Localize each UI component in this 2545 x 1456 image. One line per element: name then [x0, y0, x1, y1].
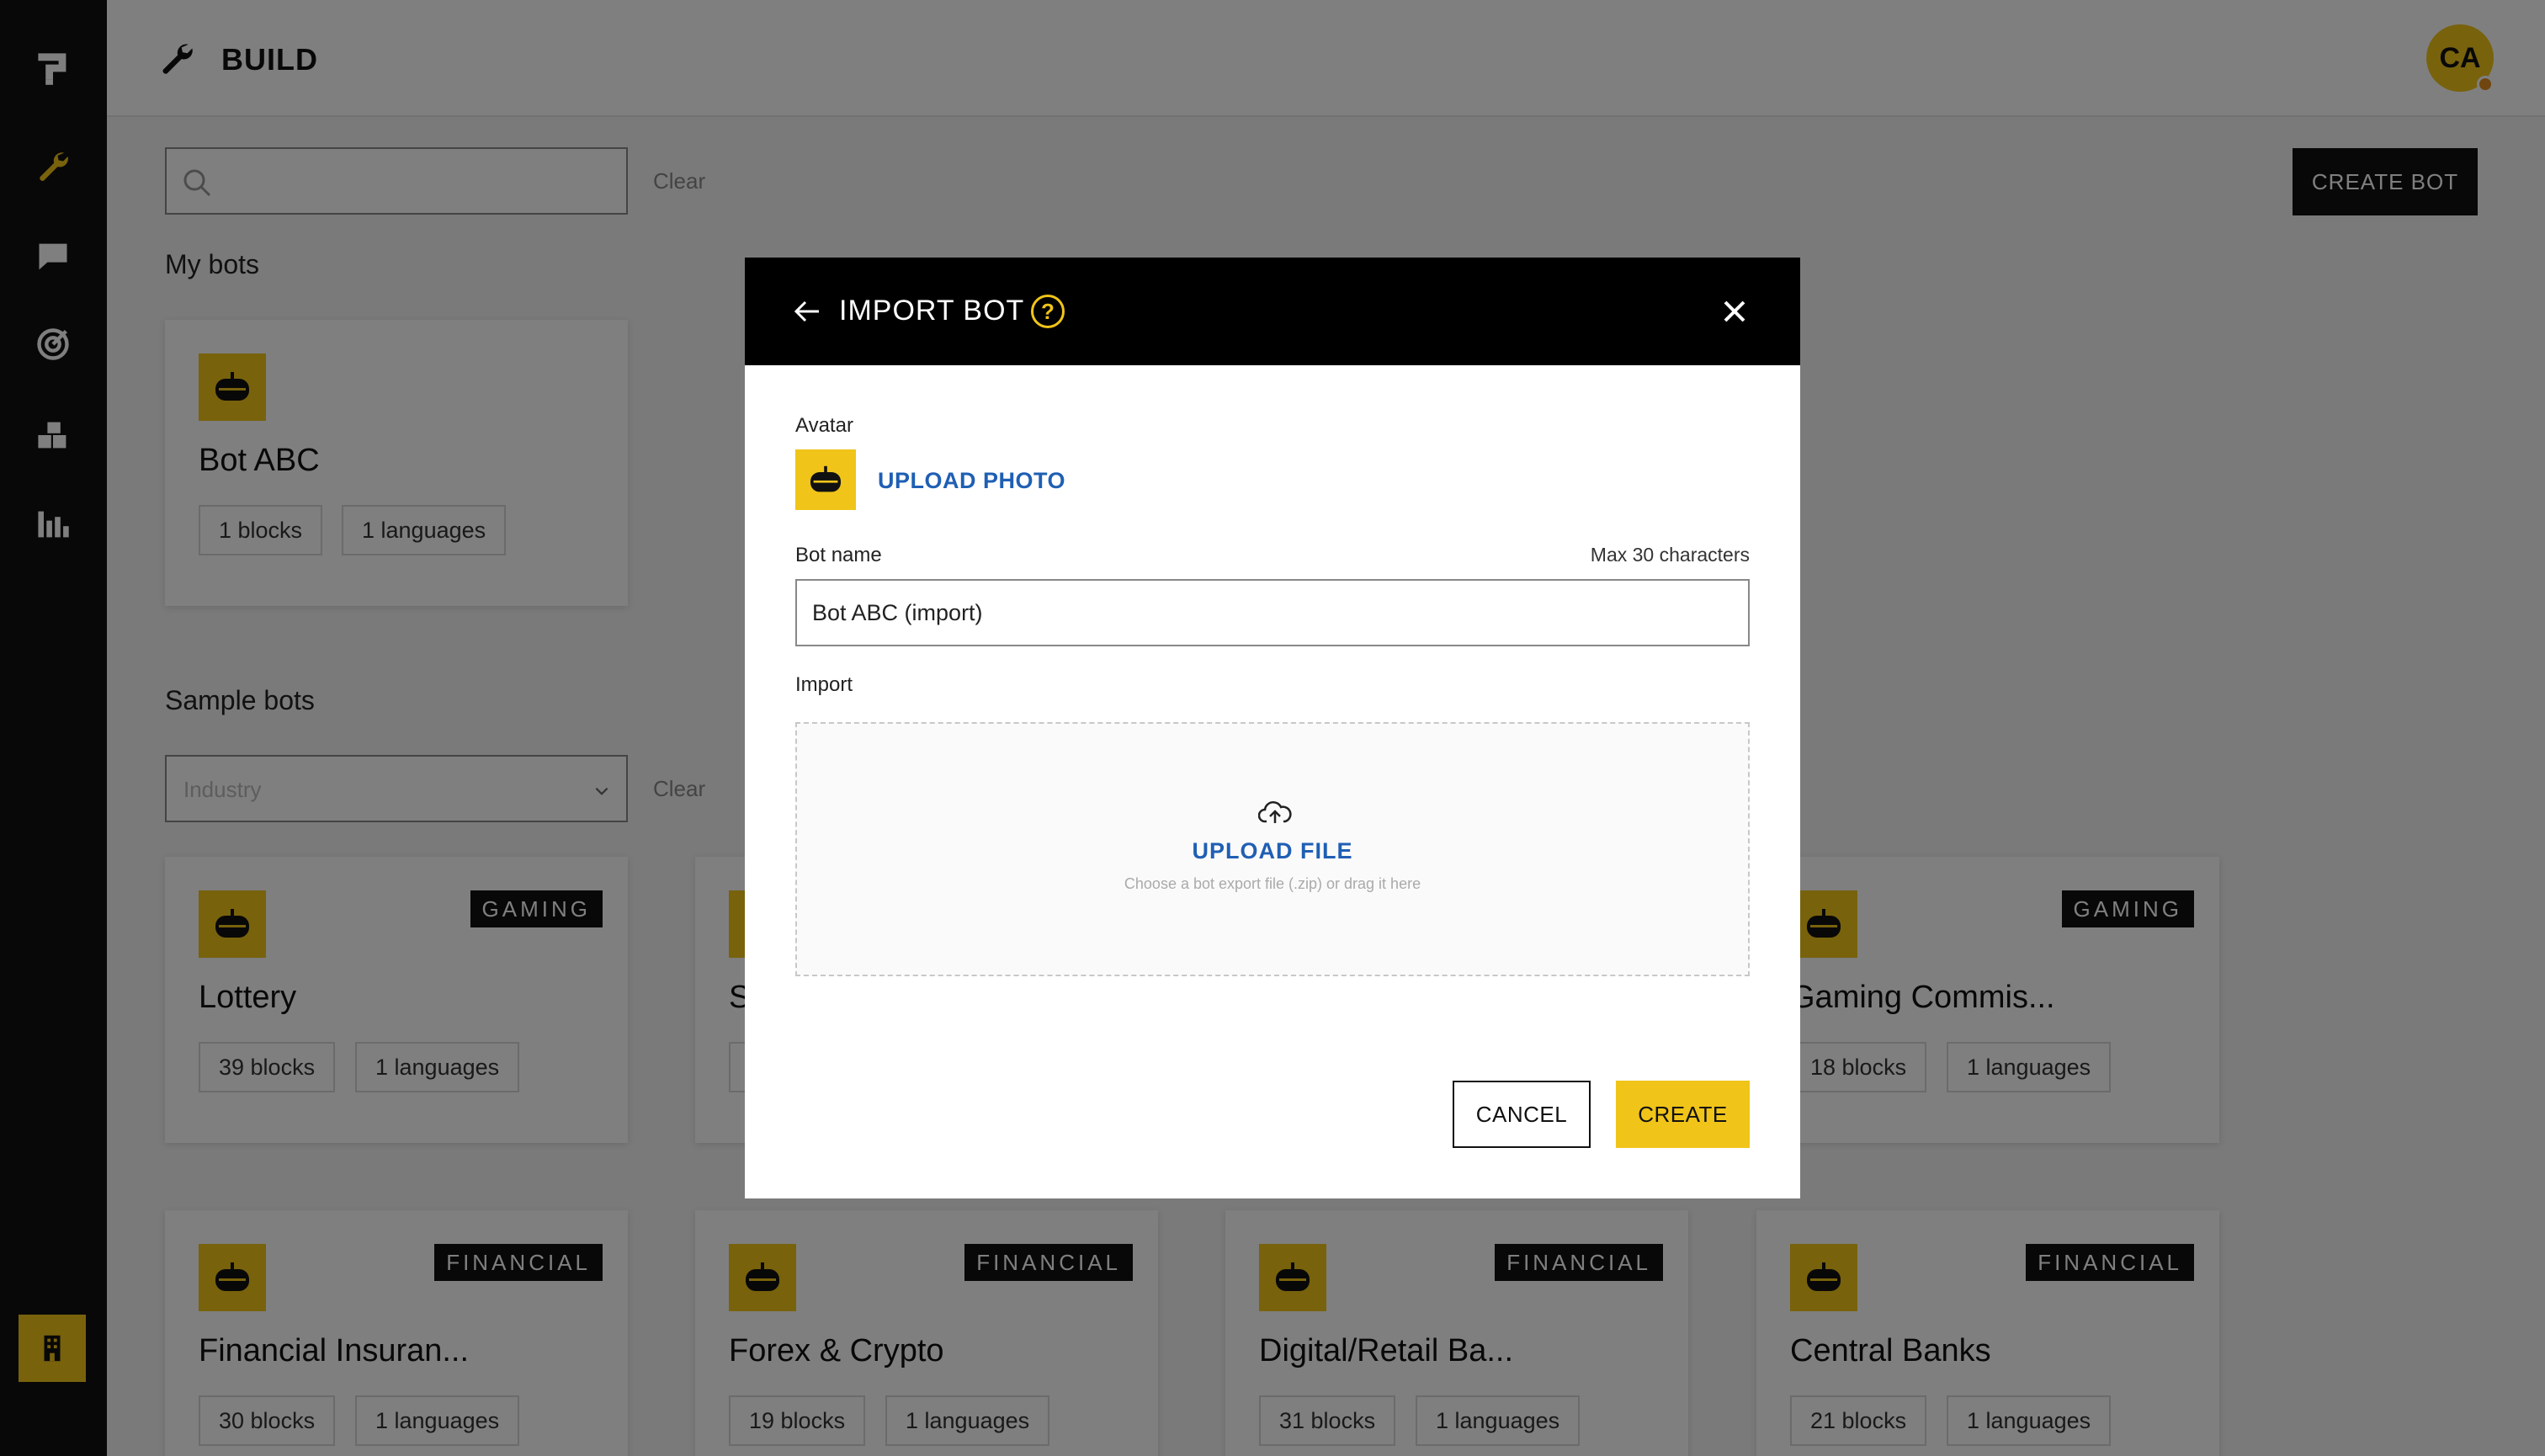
avatar-label: Avatar — [795, 414, 853, 437]
upload-hint: Choose a bot export file (.zip) or drag … — [1124, 875, 1421, 892]
help-icon[interactable]: ? — [1031, 295, 1065, 328]
modal-title: IMPORT BOT — [839, 295, 1025, 327]
max-chars-hint: Max 30 characters — [1590, 544, 1750, 566]
bot-avatar-preview — [795, 449, 856, 510]
back-arrow-icon[interactable] — [792, 296, 822, 327]
create-button[interactable]: CREATE — [1616, 1081, 1750, 1148]
bot-name-label: Bot name — [795, 544, 882, 566]
file-dropzone[interactable]: UPLOAD FILE Choose a bot export file (.z… — [795, 722, 1750, 976]
upload-file-button[interactable]: UPLOAD FILE — [797, 838, 1748, 864]
modal-header: IMPORT BOT ? — [745, 258, 1800, 365]
cancel-button[interactable]: CANCEL — [1453, 1081, 1591, 1148]
bot-name-input[interactable] — [795, 579, 1750, 646]
import-label: Import — [795, 673, 853, 696]
close-icon[interactable] — [1719, 296, 1750, 327]
import-bot-modal: IMPORT BOT ? Avatar UPLOAD PHOTO Bot nam… — [745, 258, 1800, 1198]
cloud-upload-icon — [1258, 801, 1292, 823]
upload-photo-button[interactable]: UPLOAD PHOTO — [878, 468, 1065, 494]
